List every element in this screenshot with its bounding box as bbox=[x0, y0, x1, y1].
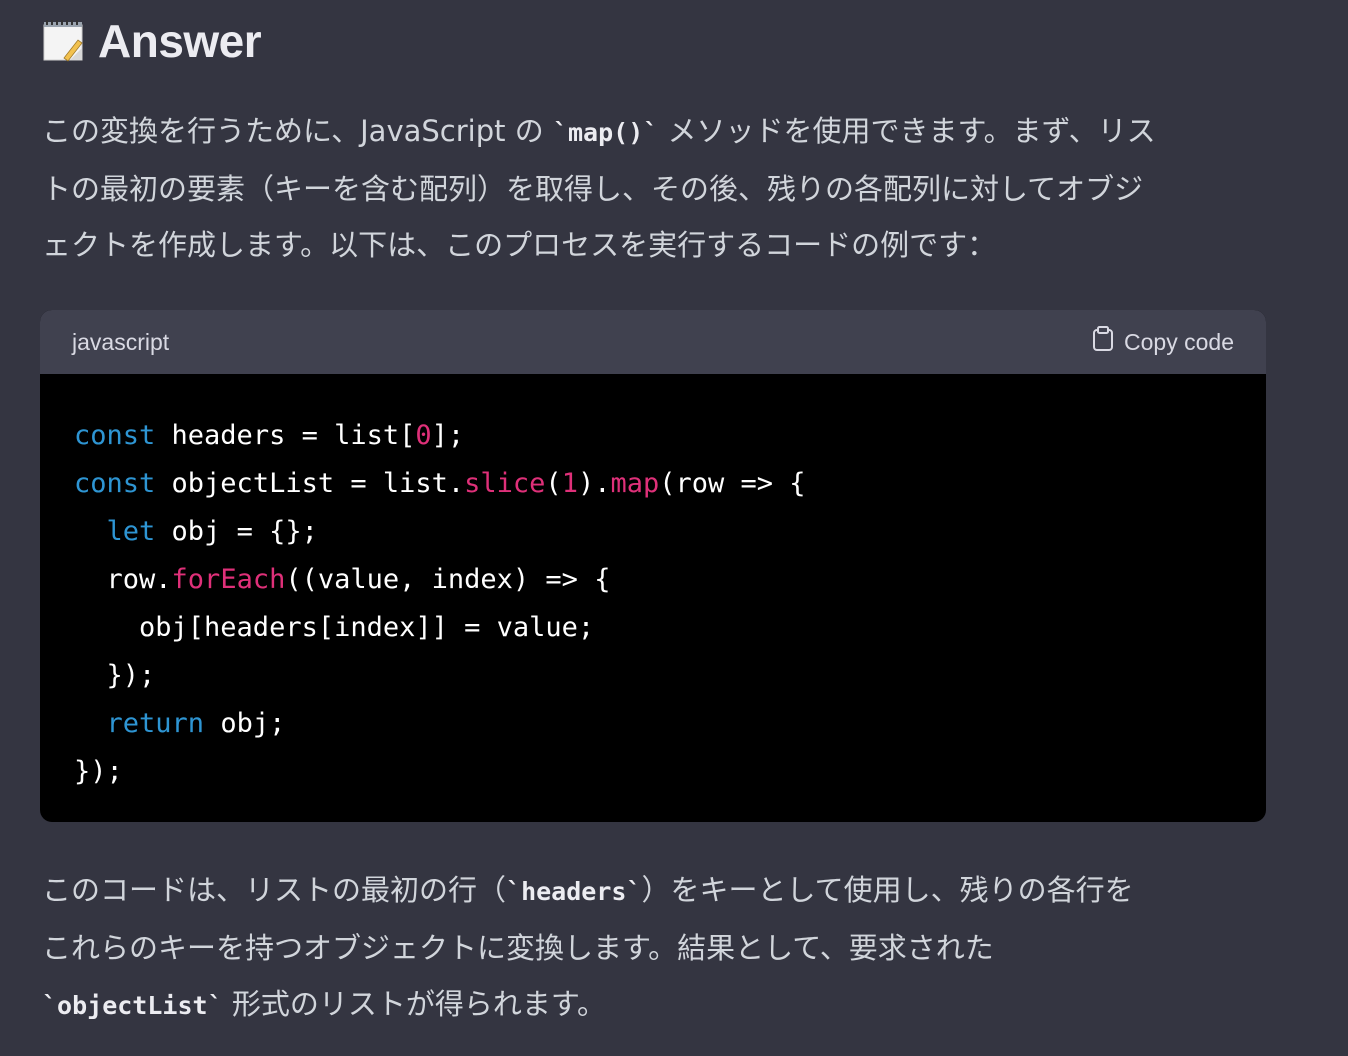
code-language-label: javascript bbox=[72, 328, 170, 355]
code-token: const bbox=[74, 468, 156, 499]
code-token: const bbox=[74, 420, 156, 451]
inline-code-map: `map()` bbox=[552, 118, 659, 147]
intro-text: メソッドを使用できます。まず、リス bbox=[658, 114, 1156, 148]
code-token: objectList = list. bbox=[155, 468, 465, 499]
inline-code-objectlist: `objectList` bbox=[42, 991, 223, 1020]
copy-code-button[interactable]: Copy code bbox=[1092, 326, 1234, 358]
explanation-text: このコードは、リストの最初の行（ bbox=[42, 873, 507, 907]
code-token: ]; bbox=[431, 420, 465, 451]
code-line: row.forEach((value, index) => { bbox=[74, 556, 1232, 604]
code-token: let bbox=[106, 516, 156, 547]
explanation-paragraph: このコードは、リストの最初の行（`headers`）をキーとして使用し、残りの各… bbox=[42, 862, 1272, 1034]
code-line: const objectList = list.slice(1).map(row… bbox=[74, 460, 1232, 508]
code-line: return obj; bbox=[74, 700, 1232, 748]
code-line: }); bbox=[74, 652, 1232, 700]
intro-line-3: ェクトを作成します。以下は、このプロセスを実行するコードの例です： bbox=[42, 228, 997, 262]
memo-icon bbox=[42, 20, 84, 62]
intro-text: この変換を行うために、JavaScript の bbox=[42, 114, 553, 148]
code-token: obj[headers[index]] = value; bbox=[74, 612, 595, 643]
explanation-text: 形式のリストが得られます。 bbox=[222, 987, 606, 1021]
explanation-text: ）をキーとして使用し、残りの各行を bbox=[641, 873, 1134, 907]
code-token: }); bbox=[74, 660, 156, 691]
code-token: forEach bbox=[171, 564, 286, 595]
explanation-line-2: これらのキーを持つオブジェクトに変換します。結果として、要求された bbox=[42, 931, 994, 965]
code-line: obj[headers[index]] = value; bbox=[74, 604, 1232, 652]
code-line: }); bbox=[74, 748, 1232, 796]
explanation-line-1: このコードは、リストの最初の行（`headers`）をキーとして使用し、残りの各… bbox=[42, 862, 1272, 920]
code-token: obj = {}; bbox=[155, 516, 318, 547]
code-token: (row => { bbox=[659, 468, 806, 499]
code-line: let obj = {}; bbox=[74, 508, 1232, 556]
intro-line-1: この変換を行うために、JavaScript の `map()` メソッドを使用で… bbox=[42, 103, 1272, 161]
answer-panel: Answer この変換を行うために、JavaScript の `map()` メ… bbox=[0, 0, 1348, 1056]
answer-heading: Answer bbox=[42, 10, 262, 72]
code-token: headers = list[ bbox=[155, 420, 416, 451]
code-token: map bbox=[610, 468, 660, 499]
copy-code-label: Copy code bbox=[1124, 328, 1234, 355]
intro-line-2: トの最初の要素（キーを含む配列）を取得し、その後、残りの各配列に対してオブジ bbox=[42, 172, 1144, 206]
explanation-line-3: `objectList` 形式のリストが得られます。 bbox=[42, 976, 1272, 1034]
code-line: const headers = list[0]; bbox=[74, 412, 1232, 460]
inline-code-headers: `headers` bbox=[506, 877, 642, 906]
clipboard-icon bbox=[1092, 326, 1114, 358]
code-token: 1 bbox=[561, 468, 578, 499]
code-token: return bbox=[106, 708, 205, 739]
code-header: javascript Copy code bbox=[40, 310, 1266, 374]
code-token: slice bbox=[464, 468, 546, 499]
code-content: const headers = list[0]; const objectList… bbox=[40, 374, 1266, 796]
code-token: 0 bbox=[415, 420, 432, 451]
code-token: ( bbox=[545, 468, 562, 499]
code-token: ((value, index) => { bbox=[285, 564, 611, 595]
code-block: javascript Copy code const headers = lis… bbox=[40, 310, 1266, 822]
intro-paragraph: この変換を行うために、JavaScript の `map()` メソッドを使用で… bbox=[42, 103, 1272, 273]
heading-title: Answer bbox=[98, 15, 262, 67]
code-token: ). bbox=[577, 468, 611, 499]
code-token: }); bbox=[74, 756, 123, 787]
code-token: obj; bbox=[204, 708, 286, 739]
code-token: row. bbox=[74, 564, 172, 595]
